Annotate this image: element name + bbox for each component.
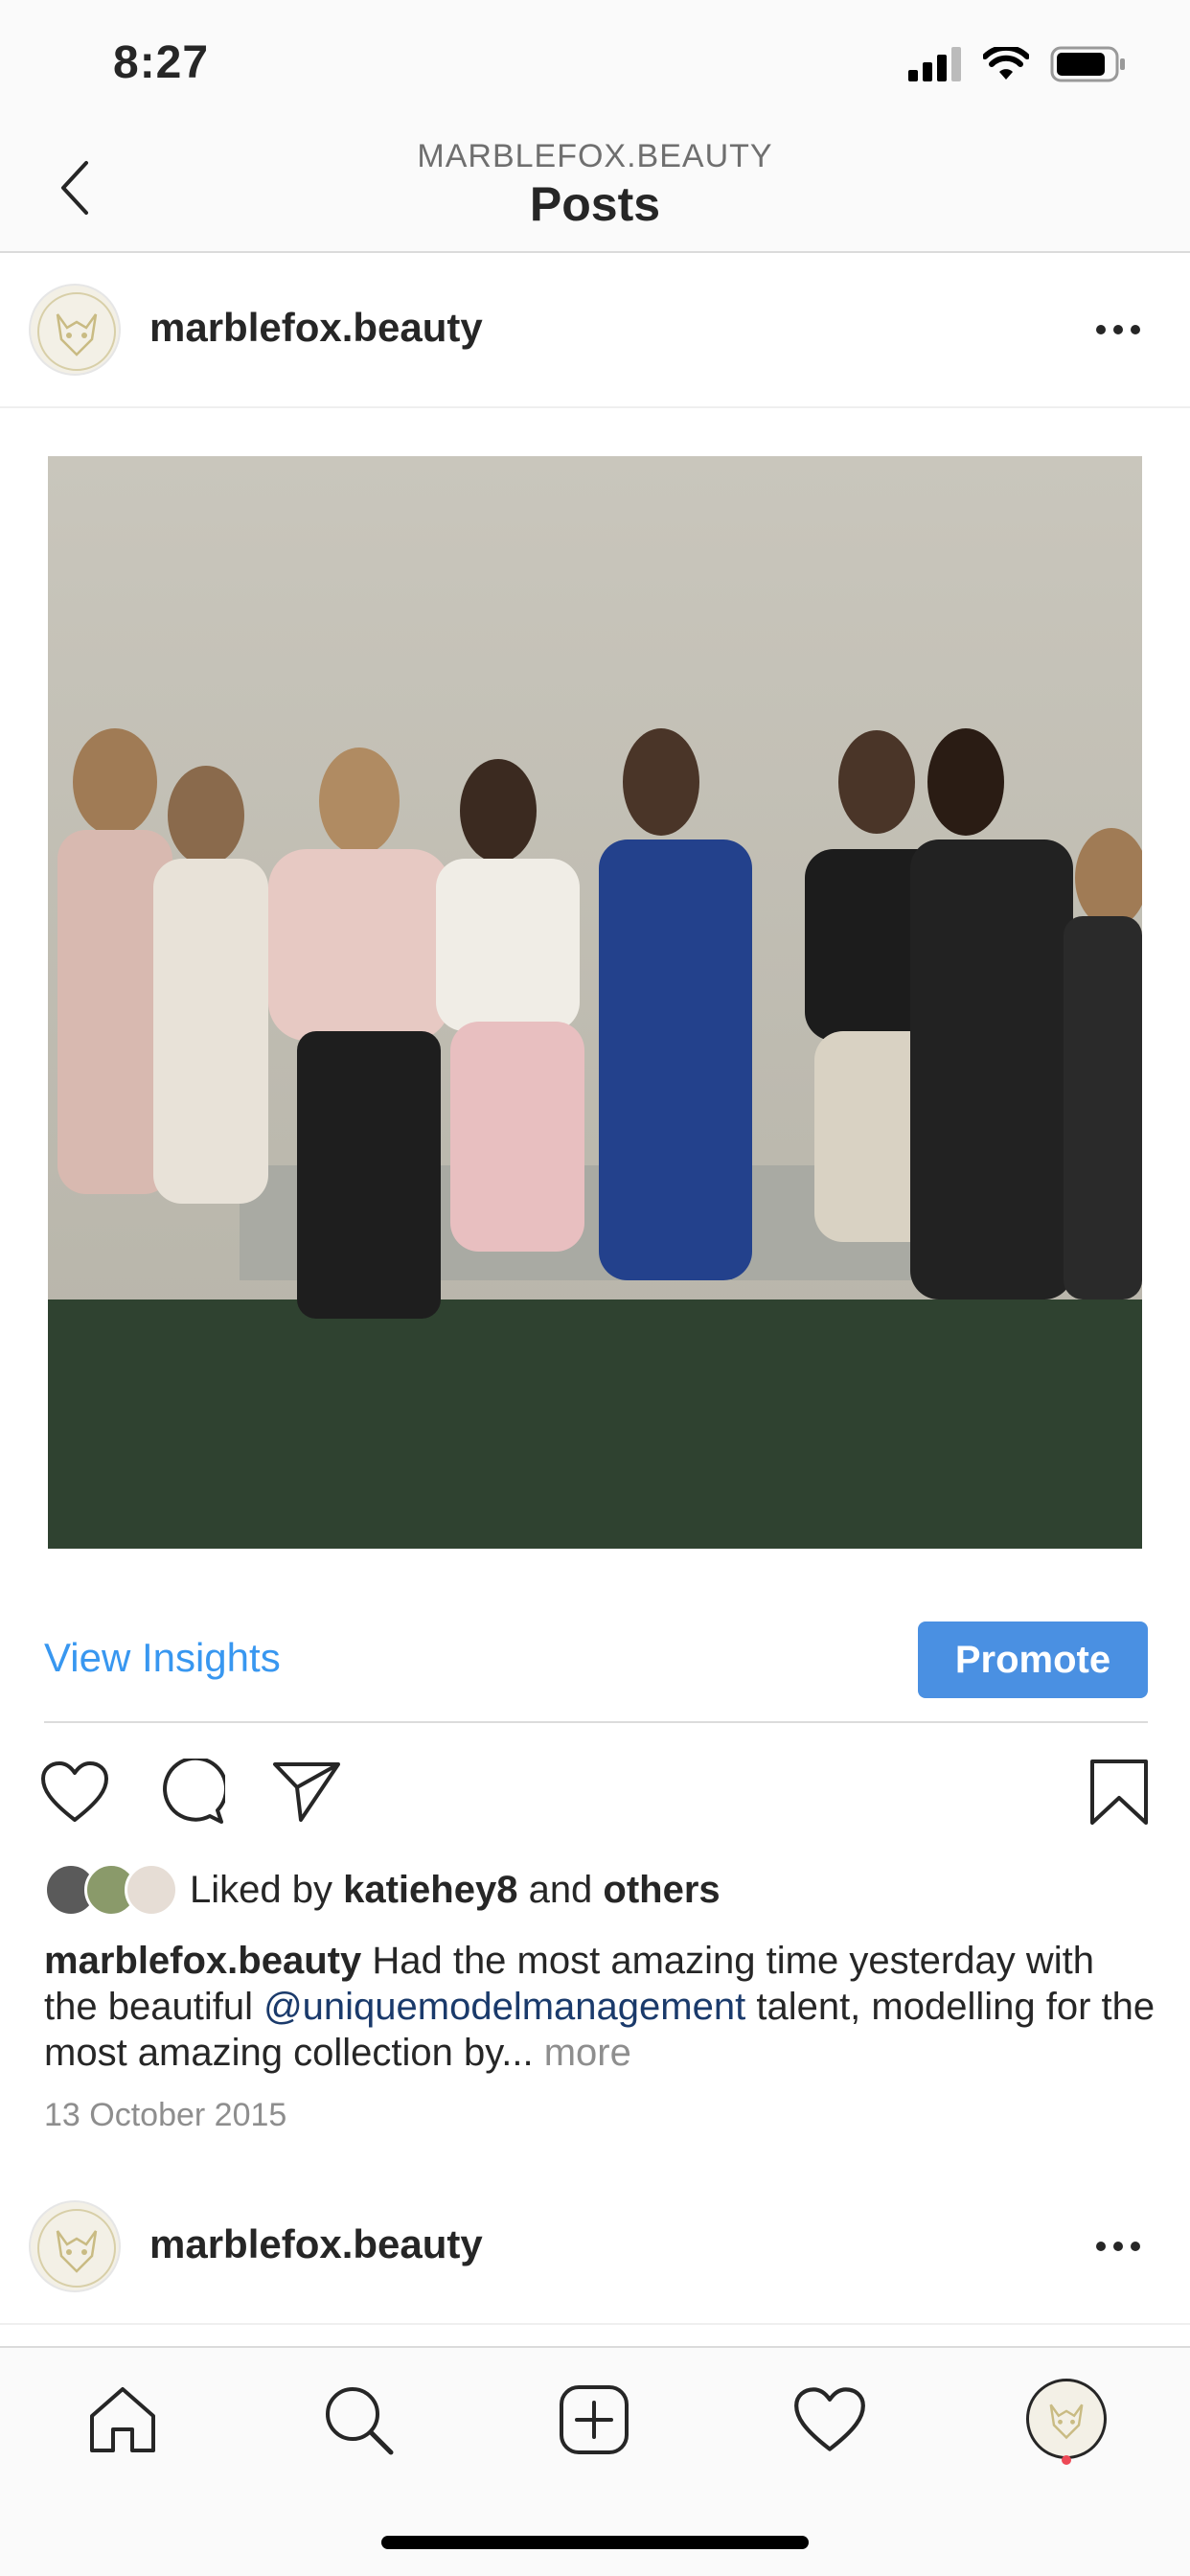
post-username[interactable]: marblefox.beauty bbox=[149, 305, 483, 351]
post-caption: marblefox.beauty Had the most amazing ti… bbox=[44, 1938, 1156, 2076]
bookmark-icon bbox=[1090, 1760, 1148, 1825]
post-photo[interactable] bbox=[48, 456, 1142, 1549]
likes-prefix: Liked by bbox=[190, 1868, 344, 1911]
nav-account-name: MARBLEFOX.BEAUTY bbox=[417, 138, 773, 174]
page-title: Posts bbox=[529, 177, 661, 231]
activity-heart-icon bbox=[794, 2387, 865, 2451]
view-insights-link[interactable]: View Insights bbox=[44, 1635, 281, 1681]
promote-button[interactable]: Promote bbox=[918, 1622, 1148, 1698]
more-dot-icon bbox=[1113, 2242, 1123, 2251]
more-dot-icon bbox=[1131, 325, 1140, 334]
heart-icon bbox=[41, 1761, 108, 1822]
status-time: 8:27 bbox=[113, 37, 210, 88]
likes-connector: and bbox=[517, 1868, 604, 1911]
insights-row: View Insights Promote bbox=[44, 1622, 1148, 1723]
comment-icon bbox=[163, 1759, 225, 1824]
post-header: marblefox.beauty bbox=[0, 255, 1190, 408]
battery-icon bbox=[1050, 46, 1125, 82]
tab-new-post[interactable] bbox=[551, 2377, 637, 2463]
send-icon bbox=[273, 1762, 340, 1822]
post-actions bbox=[36, 1754, 1157, 1830]
search-icon bbox=[326, 2387, 394, 2455]
post-date: 13 October 2015 bbox=[44, 2097, 287, 2133]
notification-dot bbox=[1062, 2455, 1071, 2465]
home-icon bbox=[90, 2387, 155, 2452]
tab-activity[interactable] bbox=[787, 2377, 873, 2463]
status-icons bbox=[908, 46, 1127, 82]
likes-others-link[interactable]: others bbox=[603, 1869, 720, 1911]
fox-logo-icon bbox=[37, 2209, 116, 2288]
like-button[interactable] bbox=[36, 1754, 113, 1830]
share-button[interactable] bbox=[268, 1754, 345, 1830]
add-post-icon bbox=[560, 2385, 629, 2454]
tab-home[interactable] bbox=[80, 2377, 166, 2463]
more-dot-icon bbox=[1131, 2242, 1140, 2251]
comment-button[interactable] bbox=[153, 1754, 230, 1830]
more-dot-icon bbox=[1096, 2242, 1106, 2251]
save-button[interactable] bbox=[1081, 1754, 1157, 1830]
tab-search[interactable] bbox=[315, 2377, 401, 2463]
nav-header: MARBLEFOX.BEAUTY Posts bbox=[0, 126, 1190, 253]
avatar[interactable] bbox=[29, 284, 121, 376]
likes-summary[interactable]: Liked by katiehey8 and others bbox=[44, 1861, 721, 1919]
home-indicator[interactable] bbox=[381, 2536, 809, 2549]
post-options-button[interactable] bbox=[1085, 2220, 1152, 2273]
profile-avatar-icon bbox=[1049, 2404, 1084, 2440]
likes-text: Liked by katiehey8 and others bbox=[190, 1869, 721, 1912]
status-bar: 8:27 bbox=[0, 0, 1190, 126]
avatar bbox=[125, 1863, 178, 1917]
signal-icon bbox=[908, 47, 961, 81]
avatar[interactable] bbox=[29, 2200, 121, 2292]
more-dot-icon bbox=[1113, 325, 1123, 334]
wifi-icon bbox=[983, 47, 1029, 80]
caption-author[interactable]: marblefox.beauty bbox=[44, 1940, 361, 1982]
caption-more-link[interactable]: more bbox=[544, 2032, 631, 2074]
liker-avatars bbox=[44, 1863, 178, 1917]
post-options-button[interactable] bbox=[1085, 303, 1152, 356]
post-username[interactable]: marblefox.beauty bbox=[149, 2221, 483, 2267]
liker-username[interactable]: katiehey8 bbox=[343, 1869, 517, 1911]
next-post-header: marblefox.beauty bbox=[0, 2172, 1190, 2325]
caption-mention-link[interactable]: @uniquemodelmanagement bbox=[263, 1986, 745, 2028]
group-photo-image bbox=[48, 456, 1142, 1549]
fox-logo-icon bbox=[37, 292, 116, 371]
tab-profile[interactable] bbox=[1026, 2379, 1107, 2459]
more-dot-icon bbox=[1096, 325, 1106, 334]
